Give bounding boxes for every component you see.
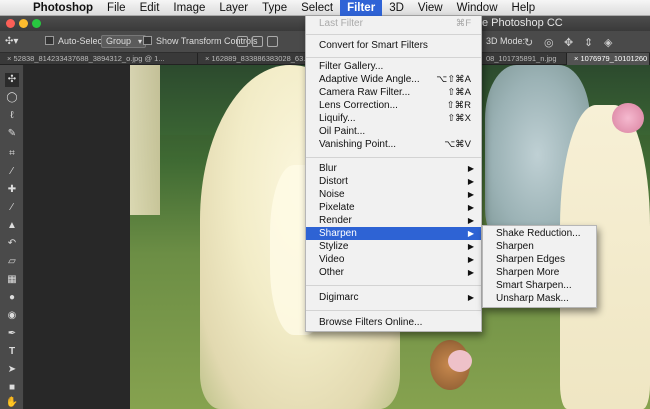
healing-icon[interactable]: ✚ [5, 183, 19, 197]
align-top-icon[interactable] [237, 36, 248, 47]
tab-label: 08_101735891_n.jpg [486, 54, 557, 63]
menu-help[interactable]: Help [505, 0, 543, 16]
dodge-icon[interactable]: ◉ [5, 309, 19, 323]
menu-item-distort[interactable]: Distort ▶ [306, 175, 481, 188]
menu-item-noise[interactable]: Noise ▶ [306, 188, 481, 201]
crop-icon[interactable]: ⌗ [5, 147, 19, 161]
menu-item-adaptive-wide-angle[interactable]: Adaptive Wide Angle... ⌥⇧⌘A [306, 73, 481, 86]
dog-hat [448, 350, 472, 372]
menu-item-pixelate[interactable]: Pixelate ▶ [306, 201, 481, 214]
menu-image[interactable]: Image [166, 0, 212, 16]
submenu-item-sharpen-edges[interactable]: Sharpen Edges [483, 253, 596, 266]
zoom-window-button[interactable] [32, 19, 41, 28]
minimize-window-button[interactable] [19, 19, 28, 28]
canvas-pasteboard [24, 65, 130, 409]
pen-icon[interactable]: ✒ [5, 327, 19, 341]
menu-item-oil-paint[interactable]: Oil Paint... [306, 125, 481, 138]
document-tab-4[interactable]: × 1076979_10101260 [567, 53, 650, 65]
menu-edit[interactable]: Edit [133, 0, 167, 16]
tools-panel: ✣ ◯ ℓ ✎ ⌗ ⁄ ✚ ∕ ▲ ↶ ▱ ▦ ● ◉ ✒ T ➤ ■ ✋ [0, 65, 24, 409]
eraser-icon[interactable]: ▱ [5, 255, 19, 269]
menu-view[interactable]: View [411, 0, 450, 16]
app-menu[interactable]: Photoshop [26, 0, 100, 16]
marquee-icon[interactable]: ◯ [5, 91, 19, 105]
menu-filter[interactable]: Filter [340, 0, 383, 16]
tab-label: 52838_814233437688_3894312_o.jpg @ 1... [13, 54, 165, 63]
blur-icon[interactable]: ● [5, 291, 19, 305]
document-tab-3[interactable]: 08_101735891_n.jpg [482, 53, 567, 65]
menu-item-vanishing-point[interactable]: Vanishing Point... ⌥⌘V [306, 138, 481, 151]
path-select-icon[interactable]: ➤ [5, 363, 19, 377]
menu-item-camera-raw[interactable]: Camera Raw Filter... ⇧⌘A [306, 86, 481, 99]
menu-item-liquify[interactable]: Liquify... ⇧⌘X [306, 112, 481, 125]
tab-label: 162889_833886383028_63... [211, 54, 306, 63]
submenu-item-sharpen[interactable]: Sharpen [483, 240, 596, 253]
3d-drag-icon[interactable]: ✥ [564, 36, 573, 49]
menu-item-digimarc[interactable]: Digimarc ▶ [306, 291, 481, 304]
menu-item-browse-filters-online[interactable]: Browse Filters Online... [306, 316, 481, 329]
sharpen-submenu: Shake Reduction... Sharpen Sharpen Edges… [482, 225, 597, 308]
menu-item-stylize[interactable]: Stylize ▶ [306, 240, 481, 253]
history-brush-icon[interactable]: ↶ [5, 237, 19, 251]
document-tab-2[interactable]: × 162889_833886383028_63... [198, 53, 306, 65]
menu-file[interactable]: File [100, 0, 133, 16]
dress-left-edge [130, 65, 160, 215]
menu-3d[interactable]: 3D [382, 0, 411, 16]
window-title: e Photoshop CC [482, 17, 563, 29]
document-tab-1[interactable]: × 52838_814233437688_3894312_o.jpg @ 1..… [0, 53, 198, 65]
lasso-icon[interactable]: ℓ [5, 109, 19, 123]
gradient-icon[interactable]: ▦ [5, 273, 19, 287]
3d-rotate-icon[interactable]: ↻ [524, 36, 533, 49]
tab-label: 1076979_10101260 [580, 54, 648, 63]
brush-icon[interactable]: ∕ [5, 201, 19, 215]
menu-bar: Photoshop File Edit Image Layer Type Sel… [0, 0, 650, 16]
menu-item-render[interactable]: Render ▶ [306, 214, 481, 227]
menu-window[interactable]: Window [450, 0, 505, 16]
menu-item-convert-smart-filters[interactable]: Convert for Smart Filters [306, 39, 481, 52]
auto-select-label: Auto-Select: [58, 36, 108, 46]
flower-bouquet [612, 103, 644, 133]
shape-icon[interactable]: ■ [5, 381, 19, 395]
eyedropper-icon[interactable]: ⁄ [5, 165, 19, 179]
auto-select-checkbox[interactable]: Auto-Select: [45, 36, 107, 46]
menu-item-video[interactable]: Video ▶ [306, 253, 481, 266]
submenu-item-sharpen-more[interactable]: Sharpen More [483, 266, 596, 279]
menu-select[interactable]: Select [294, 0, 340, 16]
stamp-icon[interactable]: ▲ [5, 219, 19, 233]
3d-mode-label: 3D Mode: [486, 36, 526, 46]
3d-slide-icon[interactable]: ⇕ [584, 36, 593, 49]
menu-item-last-filter: Last Filter ⌘F [319, 18, 471, 29]
menu-item-other[interactable]: Other ▶ [306, 266, 481, 279]
hand-icon[interactable]: ✋ [5, 396, 19, 409]
quick-select-icon[interactable]: ✎ [5, 127, 19, 141]
move-tool-preset-icon[interactable]: ✣▾ [5, 36, 18, 47]
auto-select-dropdown[interactable]: Group [101, 35, 147, 48]
submenu-item-shake-reduction[interactable]: Shake Reduction... [483, 227, 596, 240]
close-window-button[interactable] [6, 19, 15, 28]
menu-layer[interactable]: Layer [212, 0, 255, 16]
filter-menu: Last Filter ⌘F Convert for Smart Filters … [305, 16, 482, 332]
type-icon[interactable]: T [5, 345, 19, 359]
menu-item-lens-correction[interactable]: Lens Correction... ⇧⌘R [306, 99, 481, 112]
3d-roll-icon[interactable]: ◎ [544, 36, 554, 49]
submenu-item-unsharp-mask[interactable]: Unsharp Mask... [483, 292, 596, 305]
align-middle-icon[interactable] [252, 36, 263, 47]
3d-scale-icon[interactable]: ◈ [604, 36, 612, 49]
menu-item-filter-gallery[interactable]: Filter Gallery... [306, 60, 481, 73]
align-bottom-icon[interactable] [267, 36, 278, 47]
menu-item-blur[interactable]: Blur ▶ [306, 162, 481, 175]
submenu-item-smart-sharpen[interactable]: Smart Sharpen... [483, 279, 596, 292]
move-icon[interactable]: ✣ [5, 73, 19, 87]
menu-item-sharpen[interactable]: Sharpen ▶ [306, 227, 481, 240]
menu-type[interactable]: Type [255, 0, 294, 16]
